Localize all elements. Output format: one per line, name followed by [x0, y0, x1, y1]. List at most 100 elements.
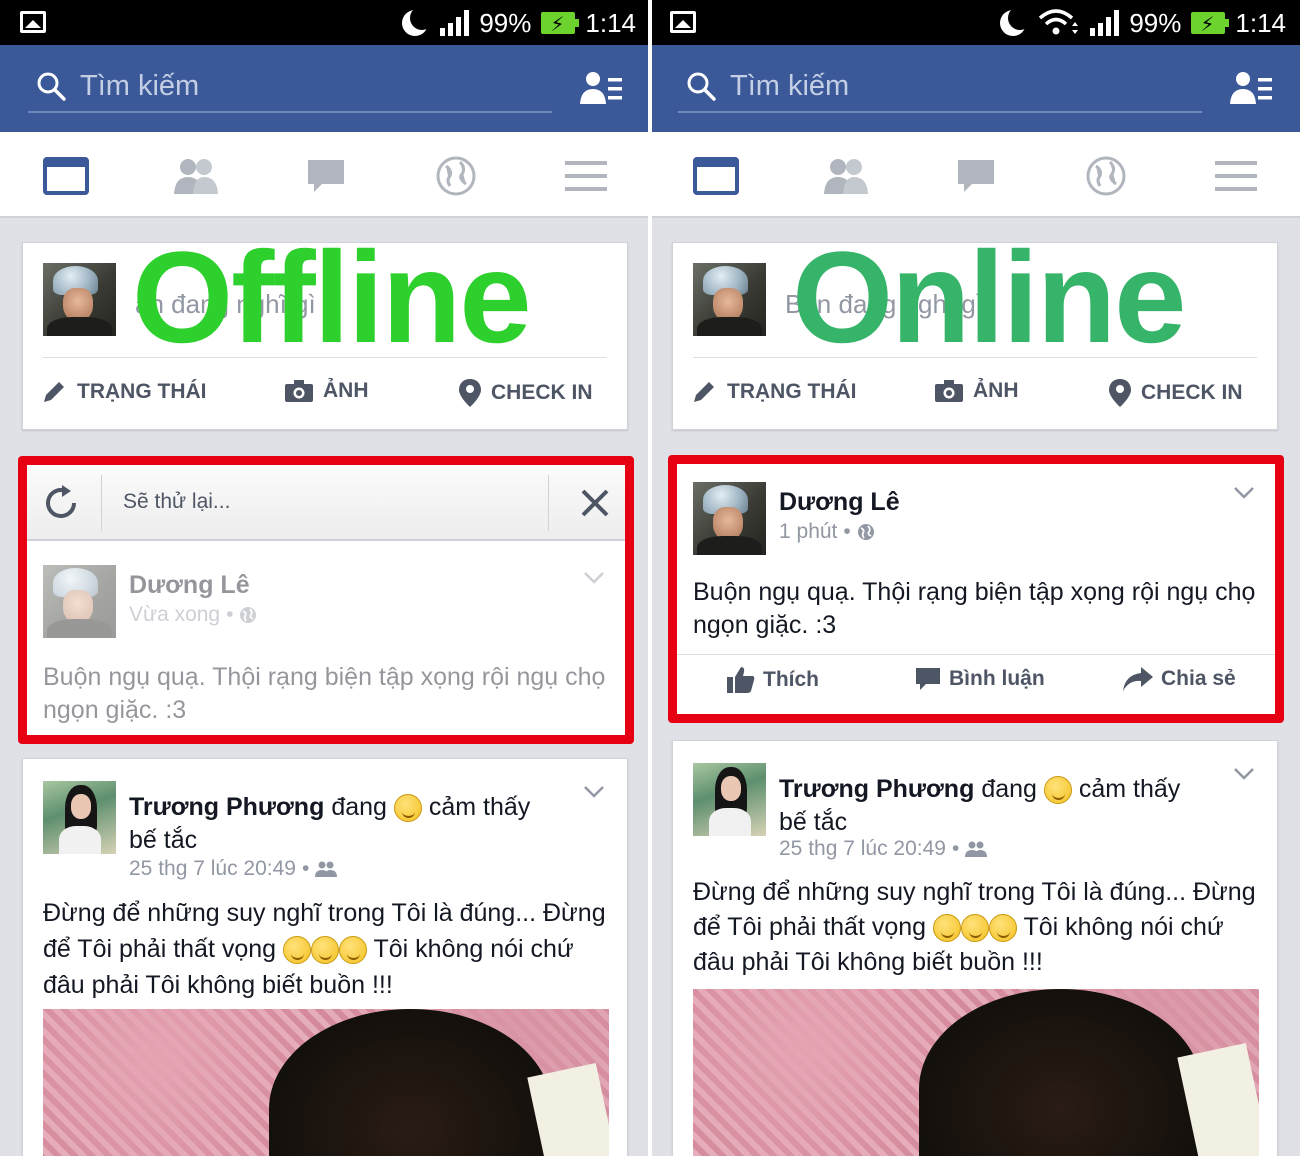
avatar — [693, 263, 766, 336]
photo-button[interactable]: ẢNH — [935, 379, 1019, 403]
tab-notifications[interactable] — [1082, 152, 1130, 200]
camera-icon — [285, 380, 313, 402]
post-text: Buộn ngụ quạ. Thội rạng biện tập xọng rộ… — [43, 661, 613, 727]
close-icon[interactable] — [579, 487, 611, 519]
search-input[interactable] — [80, 67, 520, 105]
location-pin-icon — [459, 379, 481, 407]
sad-emoji-icon — [1044, 776, 1072, 804]
status-button[interactable]: TRẠNG THÁI — [41, 379, 207, 405]
friends-audience-icon — [315, 861, 337, 877]
do-not-disturb-icon — [998, 8, 1028, 38]
do-not-disturb-icon — [400, 8, 430, 38]
search-underline — [678, 111, 1202, 113]
friends-icon — [173, 158, 219, 194]
pencil-icon — [691, 379, 717, 405]
news-feed-icon — [43, 157, 89, 195]
status-bar: 99% ⚡ 1:14 — [650, 0, 1300, 45]
post-author[interactable]: Dương Lê — [779, 488, 900, 517]
offline-screen: 99% ⚡ 1:14 an đang nghĩ gì — [0, 0, 650, 1156]
post-author[interactable]: Trương Phương — [129, 793, 324, 821]
globe-icon — [436, 156, 476, 196]
chevron-down-icon[interactable] — [583, 785, 605, 799]
share-button[interactable]: Chia sẻ — [1123, 667, 1236, 691]
search-header — [650, 45, 1300, 132]
post-card: Trương Phương đang cảm thấy bế tắc 25 th… — [22, 758, 628, 1156]
retry-status-text: Sẽ thử lại... — [123, 490, 230, 514]
smile-emoji-icon — [311, 936, 339, 964]
comment-button[interactable]: Bình luận — [915, 667, 1045, 691]
avatar — [693, 763, 766, 836]
check-in-button[interactable]: CHECK IN — [459, 379, 593, 407]
friends-audience-icon — [965, 841, 987, 857]
post-photo[interactable] — [693, 989, 1259, 1156]
retry-bar: Sẽ thử lại... — [27, 465, 625, 541]
avatar — [43, 565, 116, 638]
chevron-down-icon[interactable] — [1233, 486, 1255, 500]
search-header — [0, 45, 650, 132]
battery-percent: 99% — [1129, 8, 1181, 39]
check-in-button[interactable]: CHECK IN — [1109, 379, 1243, 407]
smile-emoji-icon — [339, 936, 367, 964]
globe-icon — [1086, 156, 1126, 196]
post-author[interactable]: Dương Lê — [129, 571, 250, 600]
search-icon[interactable] — [686, 71, 716, 101]
tab-messages[interactable] — [302, 152, 350, 200]
post-time: 25 thg 7 lúc 20:49• — [129, 857, 337, 881]
clock: 1:14 — [1235, 8, 1286, 39]
search-icon[interactable] — [36, 71, 66, 101]
chevron-down-icon[interactable] — [583, 571, 605, 585]
chevron-down-icon[interactable] — [1233, 767, 1255, 781]
battery-percent: 99% — [479, 8, 531, 39]
comment-icon — [915, 667, 941, 691]
screen-divider — [648, 0, 652, 1156]
tab-messages[interactable] — [952, 152, 1000, 200]
location-pin-icon — [1109, 379, 1131, 407]
avatar — [693, 482, 766, 555]
tab-friend-requests[interactable] — [172, 152, 220, 200]
feedback-bar: Thích Bình luận Chia sẻ — [677, 654, 1275, 708]
tab-friend-requests[interactable] — [822, 152, 870, 200]
tab-menu[interactable] — [562, 152, 610, 200]
gallery-notification-icon — [20, 11, 46, 33]
friends-icon — [823, 158, 869, 194]
tab-news-feed[interactable] — [692, 152, 740, 200]
search-underline — [28, 111, 552, 113]
signal-icon — [1090, 10, 1119, 36]
share-arrow-icon — [1123, 667, 1153, 691]
pencil-icon — [41, 379, 67, 405]
smile-emoji-icon — [283, 936, 311, 964]
post-author[interactable]: Trương Phương — [779, 775, 974, 803]
friends-list-icon[interactable] — [1230, 70, 1274, 106]
signal-icon — [440, 10, 469, 36]
like-button[interactable]: Thích — [727, 667, 819, 693]
post-card: Trương Phương đang cảm thấy bế tắc 25 th… — [672, 740, 1278, 1156]
post-time: 1 phút• — [779, 520, 875, 544]
post-text: Đừng để những suy nghĩ trong Tôi là đúng… — [43, 895, 609, 1003]
friends-list-icon[interactable] — [580, 70, 624, 106]
avatar — [43, 263, 116, 336]
menu-icon — [565, 160, 607, 192]
nav-tabs — [0, 132, 650, 218]
battery-charging-icon: ⚡ — [541, 12, 575, 34]
battery-charging-icon: ⚡ — [1191, 12, 1225, 34]
search-input[interactable] — [730, 67, 1170, 105]
post-photo[interactable] — [43, 1009, 609, 1156]
photo-button[interactable]: ẢNH — [285, 379, 369, 403]
post-text: Buộn ngụ quạ. Thội rạng biện tập xọng rộ… — [693, 576, 1263, 642]
globe-icon — [857, 523, 875, 541]
gallery-notification-icon — [670, 11, 696, 33]
messages-icon — [306, 158, 346, 194]
clock: 1:14 — [585, 8, 636, 39]
offline-label: Offline — [132, 232, 530, 362]
refresh-icon[interactable] — [41, 483, 81, 523]
thumbs-up-icon — [727, 667, 755, 693]
post-header-text: Trương Phương đang cảm thấy bế tắc — [779, 773, 1209, 839]
post-header-text: Trương Phương đang cảm thấy bế tắc — [129, 791, 559, 857]
nav-tabs — [650, 132, 1300, 218]
status-button[interactable]: TRẠNG THÁI — [691, 379, 857, 405]
pending-post-highlight: Sẽ thử lại... Dương Lê Vừa xong• Buộn ng… — [18, 456, 634, 744]
tab-notifications[interactable] — [432, 152, 480, 200]
tab-menu[interactable] — [1212, 152, 1260, 200]
smile-emoji-icon — [933, 914, 961, 942]
tab-news-feed[interactable] — [42, 152, 90, 200]
